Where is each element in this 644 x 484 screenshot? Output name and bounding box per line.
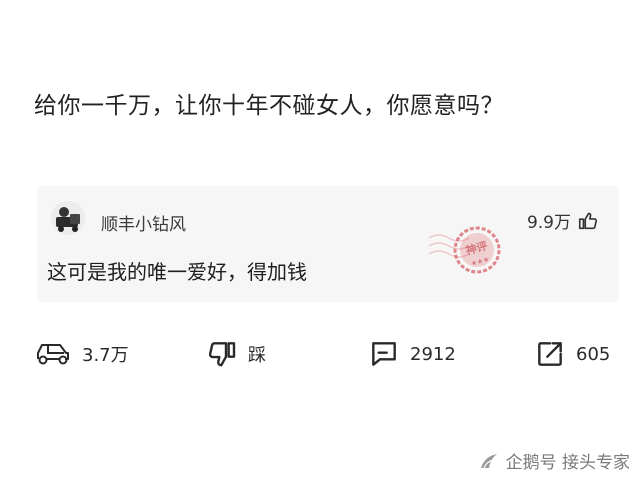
top-comment-card[interactable]: 顺丰小钻风 9.9万 这可是我的唯一爱好，得加钱 神评 ★★★ (37, 186, 619, 302)
action-bar: 3.7万 踩 2912 605 (34, 334, 616, 374)
avatar-image (51, 201, 85, 235)
avatar[interactable] (51, 201, 85, 235)
comment-author[interactable]: 顺丰小钻风 (101, 210, 186, 235)
thumb-up-icon (578, 212, 598, 229)
comment-text: 这可是我的唯一爱好，得加钱 (47, 260, 307, 284)
share-button[interactable]: 605 (534, 334, 610, 374)
watermark: 企鹅号 接头专家 (478, 448, 630, 473)
comment-button[interactable]: 2912 (368, 334, 456, 374)
comment-bubble-icon (372, 342, 396, 366)
dislike-label: 踩 (248, 345, 266, 366)
penguin-logo-icon (480, 453, 497, 468)
comment-like-count: 9.9万 (526, 213, 571, 233)
repost-button[interactable]: 3.7万 (34, 334, 129, 374)
watermark-text: 企鹅号 接头专家 (505, 453, 630, 473)
share-count: 605 (576, 343, 611, 365)
comment-count: 2912 (410, 343, 456, 365)
share-icon (538, 342, 562, 366)
god-comment-stamp: 神评 ★★★ (428, 226, 501, 274)
comment-like-button[interactable]: 9.9万 (527, 208, 599, 233)
car-icon (37, 344, 69, 365)
question-title: 给你一千万，让你十年不碰女人，你愿意吗？ (34, 93, 504, 119)
repost-count: 3.7万 (82, 345, 129, 366)
thumb-down-icon (208, 342, 236, 367)
dislike-button[interactable]: 踩 (206, 334, 266, 374)
